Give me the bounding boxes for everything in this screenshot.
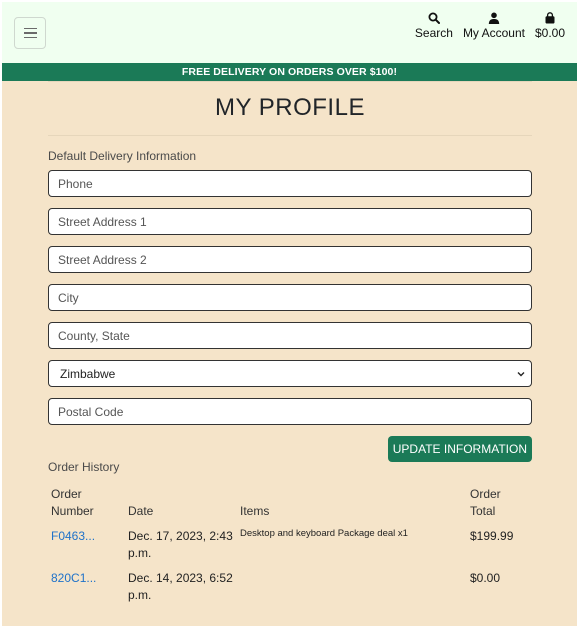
table-header-row: Order Number Date Items Order Total: [48, 486, 532, 524]
postal-code-input[interactable]: [58, 404, 531, 419]
order-items: Desktop and keyboard Package deal x1: [240, 528, 408, 539]
order-total: $199.99: [470, 529, 514, 543]
county-field[interactable]: [48, 322, 532, 349]
street-address-1-field[interactable]: [48, 208, 532, 235]
city-field[interactable]: [48, 284, 532, 311]
column-header-items: Items: [240, 504, 270, 518]
order-history-heading: Order History: [48, 460, 120, 474]
city-input[interactable]: [58, 290, 531, 305]
street-address-1-input[interactable]: [58, 214, 531, 229]
table-row: F0463... Dec. 17, 2023, 2:43 p.m. Deskto…: [48, 524, 532, 566]
update-information-button[interactable]: UPDATE INFORMATION: [387, 436, 532, 462]
order-number-link[interactable]: 820C1...: [51, 571, 96, 585]
postal-code-field[interactable]: [48, 398, 532, 425]
button-row: UPDATE INFORMATION: [48, 436, 532, 462]
street-address-2-input[interactable]: [58, 252, 531, 267]
page-title: MY PROFILE: [215, 94, 365, 121]
nav-account-link[interactable]: My Account: [463, 12, 525, 40]
column-header-order-total: Order Total: [470, 487, 501, 518]
order-date: Dec. 17, 2023, 2:43 p.m.: [128, 529, 233, 560]
profile-content: MY PROFILE Default Delivery Information …: [48, 81, 532, 608]
nav-links: Search My Account $0.00: [415, 12, 565, 40]
hamburger-icon: [23, 27, 37, 30]
delivery-banner: FREE DELIVERY ON ORDERS OVER $100!: [2, 63, 577, 81]
menu-toggle-button[interactable]: [14, 17, 46, 49]
order-history-table: Order Number Date Items Order Total F046…: [48, 486, 532, 608]
order-date: Dec. 14, 2023, 6:52 p.m.: [128, 571, 233, 602]
order-total: $0.00: [470, 571, 501, 585]
street-address-2-field[interactable]: [48, 246, 532, 273]
nav-cart-link[interactable]: $0.00: [535, 12, 565, 40]
order-number-link[interactable]: F0463...: [51, 529, 95, 543]
country-select[interactable]: Zimbabwe: [48, 360, 532, 387]
country-selected-value: Zimbabwe: [60, 366, 116, 381]
divider: [48, 135, 532, 136]
cart-total: $0.00: [534, 26, 565, 40]
navbar: Search My Account $0.00: [2, 2, 577, 63]
phone-field[interactable]: [48, 170, 532, 197]
column-header-order-number: Order Number: [51, 487, 94, 518]
delivery-heading: Default Delivery Information: [48, 149, 197, 163]
nav-search-link[interactable]: Search: [415, 12, 453, 40]
order-items: [237, 566, 467, 608]
table-row: 820C1... Dec. 14, 2023, 6:52 p.m. $0.00: [48, 566, 532, 608]
chevron-down-icon: [517, 371, 525, 376]
phone-input[interactable]: [58, 176, 531, 191]
divider: [48, 81, 532, 82]
column-header-date: Date: [128, 504, 154, 518]
shopping-bag-icon: [545, 12, 555, 24]
county-input[interactable]: [58, 328, 531, 343]
nav-search-label: Search: [414, 26, 453, 40]
nav-account-label: My Account: [462, 26, 525, 40]
user-icon: [488, 12, 500, 24]
page-frame: Search My Account $0.00 FREE DELIVERY ON…: [2, 2, 577, 626]
search-icon: [428, 12, 440, 24]
